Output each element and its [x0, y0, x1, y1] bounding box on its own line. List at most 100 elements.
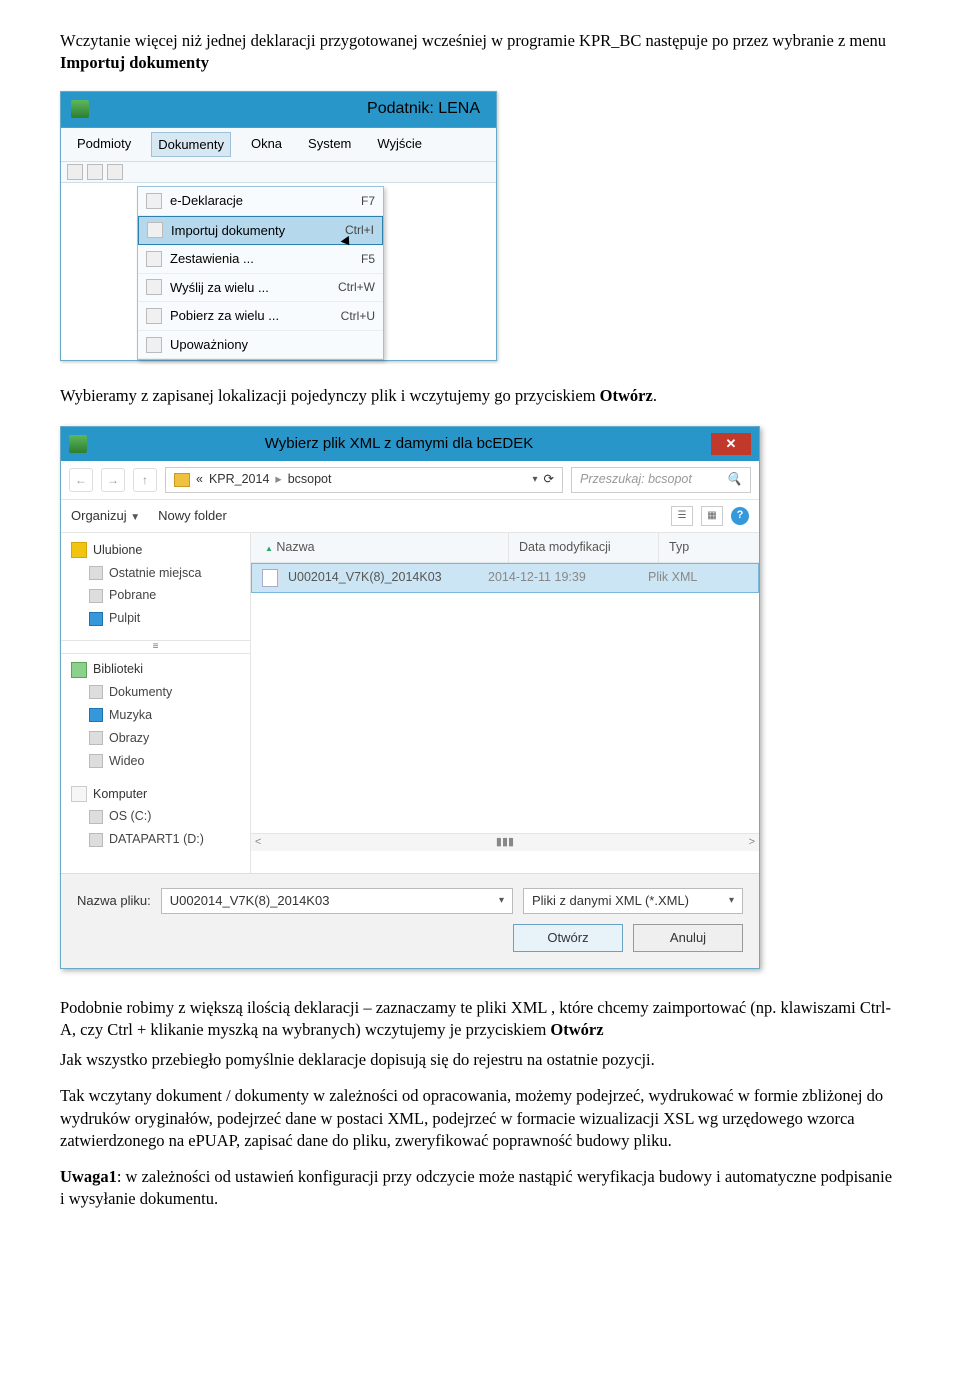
tree-item[interactable]: Pobrane: [61, 584, 250, 607]
recent-icon: [89, 566, 103, 580]
file-dialog-body: Ulubione Ostatnie miejsca Pobrane Pulpit…: [61, 533, 759, 873]
chevron-down-icon[interactable]: ▾: [729, 894, 734, 908]
menu-podmioty[interactable]: Podmioty: [71, 132, 137, 158]
toolbar-icon[interactable]: [87, 164, 103, 180]
col-header-type[interactable]: Typ: [659, 533, 759, 562]
search-input[interactable]: Przeszukaj: bcsopot 🔍: [571, 467, 751, 493]
dd-label: Wyślij za wielu ...: [170, 279, 320, 297]
chevron-right-icon: ▸: [275, 471, 281, 488]
dd-label: Pobierz za wielu ...: [170, 307, 323, 325]
xml-file-icon: [262, 569, 278, 587]
filename-input[interactable]: U002014_V7K(8)_2014K03 ▾: [161, 888, 513, 914]
up-button[interactable]: ↑: [133, 468, 157, 492]
file-dialog: Wybierz plik XML z damymi dla bcEDEK ✕ ←…: [60, 426, 760, 969]
dd-shortcut: Ctrl+W: [328, 279, 375, 295]
downloads-icon: [89, 589, 103, 603]
download-icon: [146, 308, 162, 324]
view-list-icon[interactable]: ☰: [671, 506, 693, 526]
dd-item-importuj[interactable]: Importuj dokumenty Ctrl+I: [138, 216, 383, 246]
tree-head-libraries[interactable]: Biblioteki: [61, 658, 250, 681]
refresh-icon[interactable]: ⟳: [544, 471, 554, 488]
file-dialog-navbar: ← → ↑ « KPR_2014 ▸ bcsopot ▾ ⟳ Przeszuka…: [61, 461, 759, 500]
tree-item-label: OS (C:): [109, 808, 151, 825]
para1-bold: Importuj dokumenty: [60, 53, 209, 72]
tree-item-label: Dokumenty: [109, 684, 172, 701]
dd-shortcut: F5: [351, 251, 375, 267]
col-header-name[interactable]: ▲ Nazwa: [251, 533, 509, 562]
tree-item[interactable]: Wideo: [61, 750, 250, 773]
scroll-indicator: ≡: [61, 640, 250, 654]
forward-button[interactable]: →: [101, 468, 125, 492]
organize-button[interactable]: Organizuj ▼: [71, 507, 140, 525]
desktop-icon: [89, 612, 103, 626]
para1-text: Wczytanie więcej niż jednej deklaracji p…: [60, 31, 886, 50]
tree-item-label: Wideo: [109, 753, 144, 770]
dd-item-wyslij[interactable]: Wyślij za wielu ... Ctrl+W: [138, 274, 383, 303]
paragraph-4: Tak wczytany dokument / dokumenty w zale…: [60, 1085, 900, 1152]
view-grid-icon[interactable]: ▦: [701, 506, 723, 526]
para5-bold: Uwaga1: [60, 1167, 117, 1186]
scroll-right-icon[interactable]: >: [749, 835, 755, 850]
tree-item[interactable]: Pulpit: [61, 607, 250, 630]
tree-item-label: Ostatnie miejsca: [109, 565, 201, 582]
tree-item-label: DATAPART1 (D:): [109, 831, 204, 848]
paragraph-5: Uwaga1: w zależności od ustawień konfigu…: [60, 1166, 900, 1211]
dd-item-pobierz[interactable]: Pobierz za wielu ... Ctrl+U: [138, 302, 383, 331]
list-header: ▲ Nazwa Data modyfikacji Typ: [251, 533, 759, 563]
path-prefix: «: [196, 471, 203, 488]
help-icon[interactable]: ?: [731, 507, 749, 525]
dd-shortcut: Ctrl+I: [335, 222, 374, 238]
search-placeholder: Przeszukaj: bcsopot: [580, 471, 692, 488]
documents-icon: [89, 685, 103, 699]
open-button-label: Otwórz: [547, 929, 588, 947]
cancel-button[interactable]: Anuluj: [633, 924, 743, 952]
tree-head-label: Komputer: [93, 786, 147, 803]
col-header-date[interactable]: Data modyfikacji: [509, 533, 659, 562]
app-icon: [69, 435, 87, 453]
toolbar-icon[interactable]: [107, 164, 123, 180]
tree-head-computer[interactable]: Komputer: [61, 783, 250, 806]
col-date-label: Data modyfikacji: [519, 540, 611, 554]
menu-wyjscie[interactable]: Wyjście: [371, 132, 428, 158]
tree-item[interactable]: Dokumenty: [61, 681, 250, 704]
filename-label: Nazwa pliku:: [77, 892, 151, 910]
list-row[interactable]: U002014_V7K(8)_2014K03 2014-12-11 19:39 …: [251, 563, 759, 593]
menu-okna[interactable]: Okna: [245, 132, 288, 158]
menu-system[interactable]: System: [302, 132, 357, 158]
menu-title: Podatnik: LENA: [97, 98, 486, 120]
filetype-select[interactable]: Pliki z danymi XML (*.XML) ▾: [523, 888, 743, 914]
chevron-down-icon[interactable]: ▾: [528, 473, 537, 487]
chevron-down-icon[interactable]: ▾: [499, 894, 504, 908]
document-icon: [146, 193, 162, 209]
menubar: Podmioty Dokumenty Okna System Wyjście: [61, 128, 496, 163]
tree-item[interactable]: Obrazy: [61, 727, 250, 750]
tree-item[interactable]: Ostatnie miejsca: [61, 562, 250, 585]
dd-item-edeklaracje[interactable]: e-Deklaracje F7: [138, 187, 383, 216]
para2-text: Wybieramy z zapisanej lokalizacji pojedy…: [60, 386, 600, 405]
file-dialog-titlebar: Wybierz plik XML z damymi dla bcEDEK ✕: [61, 427, 759, 461]
libraries-icon: [71, 662, 87, 678]
back-button[interactable]: ←: [69, 468, 93, 492]
menu-titlebar: Podatnik: LENA: [61, 92, 496, 128]
menu-dokumenty[interactable]: Dokumenty: [151, 132, 231, 158]
tree-item[interactable]: DATAPART1 (D:): [61, 828, 250, 851]
toolbar-row: [61, 162, 496, 183]
tree-item-label: Obrazy: [109, 730, 149, 747]
horizontal-scrollbar[interactable]: < ▮▮▮ >: [251, 833, 759, 851]
file-dialog-title: Wybierz plik XML z damymi dla bcEDEK: [95, 434, 703, 454]
disk-icon: [89, 810, 103, 824]
filetype-value: Pliki z danymi XML (*.XML): [532, 892, 689, 910]
tree-head-favorites[interactable]: Ulubione: [61, 539, 250, 562]
toolbar-icon[interactable]: [67, 164, 83, 180]
tree-item-label: Pobrane: [109, 587, 156, 604]
dd-item-zestawienia[interactable]: Zestawienia ... F5: [138, 245, 383, 274]
music-icon: [89, 708, 103, 722]
dd-item-upowazniony[interactable]: Upoważniony: [138, 331, 383, 360]
tree-item[interactable]: Muzyka: [61, 704, 250, 727]
path-box[interactable]: « KPR_2014 ▸ bcsopot ▾ ⟳: [165, 467, 563, 493]
path-seg-2: bcsopot: [288, 471, 332, 488]
open-button[interactable]: Otwórz: [513, 924, 623, 952]
tree-item[interactable]: OS (C:): [61, 805, 250, 828]
new-folder-button[interactable]: Nowy folder: [158, 507, 227, 525]
close-button[interactable]: ✕: [711, 433, 751, 455]
